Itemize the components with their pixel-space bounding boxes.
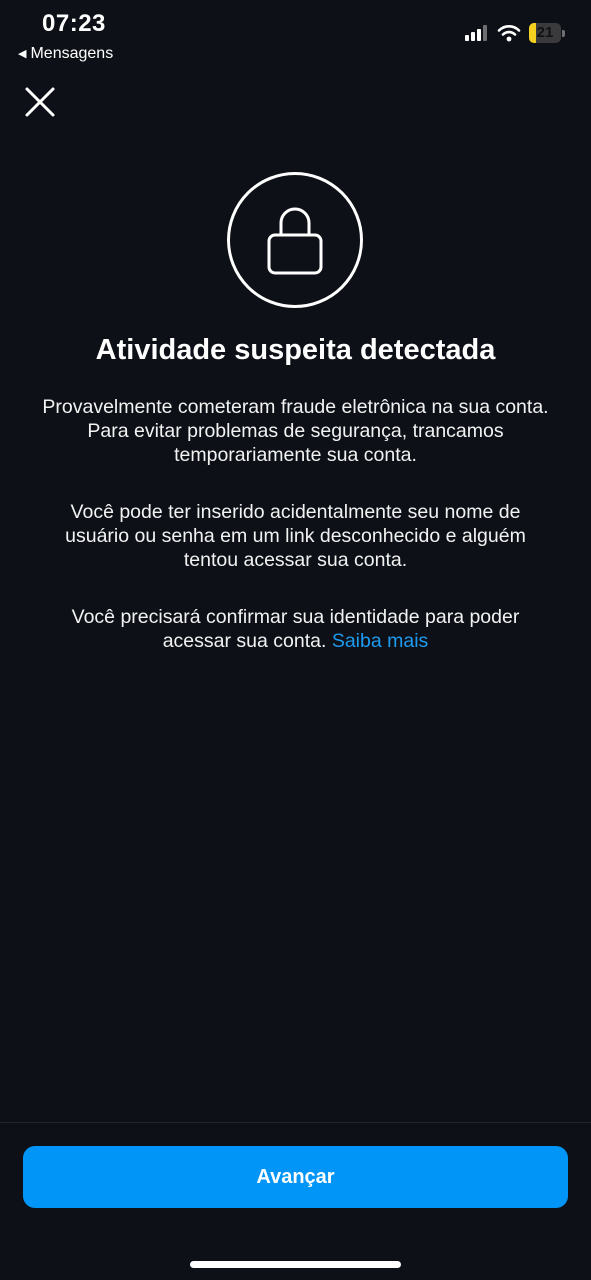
battery-level: 21 xyxy=(536,24,554,41)
learn-more-link[interactable]: Saiba mais xyxy=(332,630,428,652)
description-paragraph-1: Provavelmente cometeram fraude eletrônic… xyxy=(42,396,549,466)
footer-divider xyxy=(0,1122,591,1123)
back-to-app-link[interactable]: ◀ Mensagens xyxy=(18,45,113,63)
description-paragraph-3: Você precisará confirmar sua identidade … xyxy=(40,605,551,653)
description-paragraph-2: Você pode ter inserido acidentalmente se… xyxy=(65,501,526,571)
back-arrow-icon: ◀ xyxy=(18,47,27,60)
status-indicators: 21 xyxy=(465,22,567,44)
description-paragraph-3-text: Você precisará confirmar sua identidade … xyxy=(71,606,520,652)
cellular-signal-icon xyxy=(465,25,487,41)
next-button[interactable]: Avançar xyxy=(23,1146,568,1208)
wifi-icon xyxy=(497,25,521,42)
page-title: Atividade suspeita detectada xyxy=(95,334,496,366)
status-bar: 07:23 ◀ Mensagens 21 xyxy=(0,0,591,70)
lock-icon xyxy=(267,207,323,275)
close-button[interactable] xyxy=(20,82,60,122)
back-app-label: Mensagens xyxy=(30,45,114,62)
close-icon xyxy=(25,87,55,117)
home-indicator xyxy=(190,1261,401,1268)
lock-badge xyxy=(227,172,363,308)
battery-icon: 21 xyxy=(529,22,567,44)
status-time: 07:23 xyxy=(42,10,106,37)
